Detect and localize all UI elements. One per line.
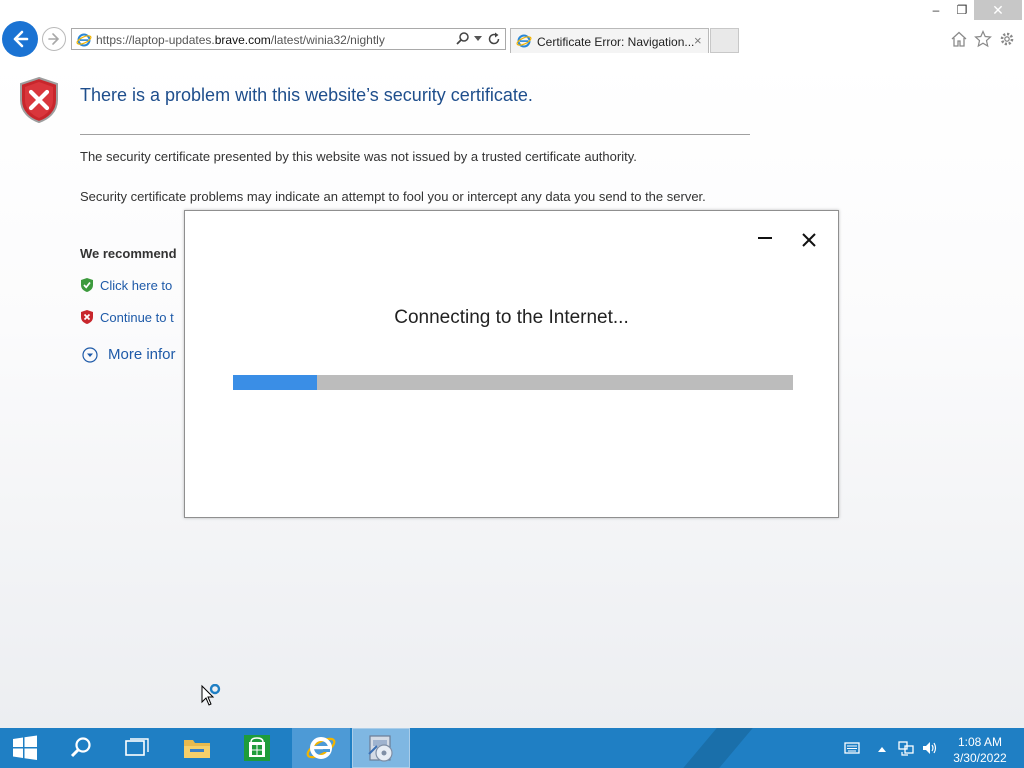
address-domain: brave.com xyxy=(214,33,271,47)
start-button[interactable] xyxy=(0,728,50,768)
progress-bar xyxy=(233,375,793,390)
tab-close-button[interactable]: × xyxy=(694,33,702,48)
browser-chrome: – ❐ ✕ https://laptop-updates.brave.com/l… xyxy=(0,0,1024,58)
keyboard-icon[interactable] xyxy=(844,740,860,756)
close-page-link-text[interactable]: Click here to xyxy=(100,278,172,293)
favorites-star-icon[interactable] xyxy=(974,30,992,48)
taskbar-decoration xyxy=(683,728,753,768)
continue-link-text[interactable]: Continue to t xyxy=(100,310,174,325)
ie-page-icon xyxy=(76,33,92,47)
page-title: There is a problem with this website’s s… xyxy=(80,85,533,105)
home-icon[interactable] xyxy=(950,30,968,48)
forward-arrow-icon xyxy=(48,33,60,45)
progress-bar-fill xyxy=(233,375,317,390)
green-shield-icon xyxy=(81,278,93,292)
dropdown-arrow-icon[interactable] xyxy=(474,36,482,42)
error-warning: Security certificate problems may indica… xyxy=(80,189,706,204)
clock-date[interactable]: 3/30/2022 xyxy=(950,751,1010,765)
store-button[interactable] xyxy=(228,728,286,768)
volume-icon[interactable] xyxy=(922,740,938,756)
taskbar: 1:08 AM 3/30/2022 xyxy=(0,728,1024,768)
chevron-up-icon[interactable] xyxy=(874,742,890,758)
divider xyxy=(80,134,750,135)
window-close-button[interactable]: ✕ xyxy=(974,0,1022,20)
refresh-icon[interactable] xyxy=(486,31,502,47)
more-information-toggle[interactable]: More infor xyxy=(82,346,176,363)
search-icon xyxy=(70,737,91,758)
taskbar-search-button[interactable] xyxy=(52,728,110,768)
close-icon[interactable] xyxy=(801,232,817,248)
dialog-message: Connecting to the Internet... xyxy=(394,307,629,328)
tab-title: Certificate Error: Navigation... xyxy=(537,35,695,49)
clock-time[interactable]: 1:08 AM xyxy=(950,735,1010,749)
ie-page-icon xyxy=(516,34,532,48)
busy-cursor-icon xyxy=(201,684,221,706)
window-minimize-button[interactable]: – xyxy=(922,0,950,20)
red-shield-icon xyxy=(81,310,93,324)
address-prefix: https://laptop-updates. xyxy=(96,33,215,47)
setup-program-button[interactable] xyxy=(352,728,410,768)
search-icon[interactable] xyxy=(455,31,471,47)
forward-button[interactable] xyxy=(42,27,66,51)
window-restore-button[interactable]: ❐ xyxy=(950,0,974,20)
connecting-dialog: Connecting to the Internet... xyxy=(184,210,839,518)
file-explorer-button[interactable] xyxy=(168,728,226,768)
address-suffix: /latest/winia32/nightly xyxy=(270,33,385,47)
start-icon xyxy=(13,735,37,760)
error-shield-icon xyxy=(20,76,58,124)
setup-icon xyxy=(368,735,393,762)
store-icon xyxy=(244,735,270,761)
network-icon[interactable] xyxy=(898,740,914,756)
browser-tab[interactable]: Certificate Error: Navigation... × xyxy=(510,28,709,53)
file-explorer-icon xyxy=(184,740,210,758)
back-arrow-icon xyxy=(13,30,29,48)
address-text[interactable]: https://laptop-updates.brave.com/latest/… xyxy=(96,33,385,47)
recommendation-heading: We recommend xyxy=(80,246,177,261)
new-tab-button[interactable] xyxy=(710,28,739,53)
task-view-button[interactable] xyxy=(108,728,166,768)
task-view-icon xyxy=(125,738,149,756)
dialog-minimize-button[interactable] xyxy=(758,237,772,239)
internet-explorer-button[interactable] xyxy=(292,728,350,768)
error-description: The security certificate presented by th… xyxy=(80,149,637,164)
more-information-text[interactable]: More infor xyxy=(108,346,176,363)
internet-explorer-icon xyxy=(306,737,336,759)
gear-icon[interactable] xyxy=(998,30,1016,48)
back-button[interactable] xyxy=(2,21,38,57)
continue-link[interactable]: Continue to t xyxy=(80,309,174,325)
close-page-link[interactable]: Click here to xyxy=(80,277,172,293)
chevron-down-circle-icon xyxy=(82,346,98,363)
address-bar[interactable]: https://laptop-updates.brave.com/latest/… xyxy=(71,28,506,50)
